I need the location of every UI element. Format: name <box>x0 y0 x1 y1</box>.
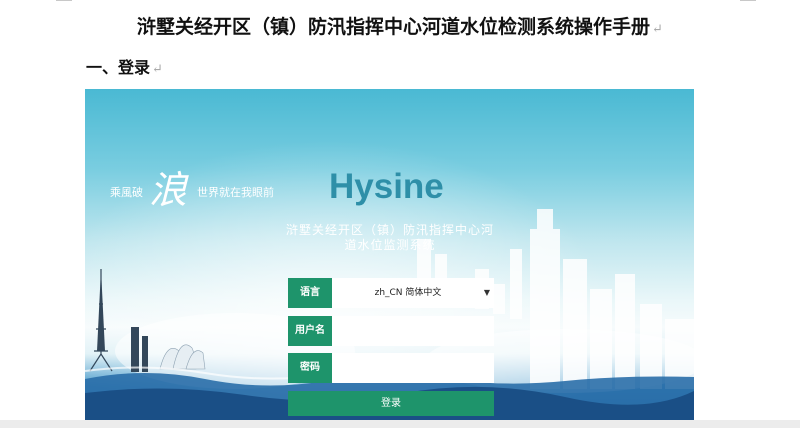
language-select[interactable]: 语言 zh_CN 简体中文 ▼ <box>288 278 494 308</box>
page-corner-mark-left <box>56 0 72 1</box>
username-field: 用户名 <box>288 316 494 346</box>
paragraph-mark: ↵ <box>652 22 663 37</box>
login-screenshot: 乘風破 浪 世界就在我眼前 Hysine 浒墅关经开区（镇）防汛指挥中心河 道水… <box>85 89 694 420</box>
username-input[interactable] <box>336 318 490 344</box>
slogan-left-text: 乘風破 <box>110 186 143 199</box>
username-label: 用户名 <box>288 316 332 346</box>
page-bottom-edge <box>0 420 800 428</box>
brand-logo: Hysine <box>329 167 444 206</box>
paragraph-mark: ↵ <box>152 62 163 77</box>
system-name: 浒墅关经开区（镇）防汛指挥中心河 道水位监测系统 <box>285 223 494 252</box>
language-value: zh_CN 简体中文 <box>374 288 442 298</box>
page-corner-mark-right <box>740 0 756 1</box>
language-label: 语言 <box>288 278 332 308</box>
slogan-calligraphy: 浪 <box>149 168 188 212</box>
login-button[interactable]: 登录 <box>288 391 494 416</box>
document-title: 浒墅关经开区（镇）防汛指挥中心河道水位检测系统操作手册 ↵ <box>137 16 663 38</box>
section-heading: 一、登录 ↵ <box>86 58 163 77</box>
password-input[interactable] <box>336 355 490 381</box>
slogan-right-text: 世界就在我眼前 <box>197 186 274 199</box>
password-field: 密码 <box>288 353 494 383</box>
chevron-down-icon: ▼ <box>483 288 490 297</box>
password-label: 密码 <box>288 353 332 383</box>
